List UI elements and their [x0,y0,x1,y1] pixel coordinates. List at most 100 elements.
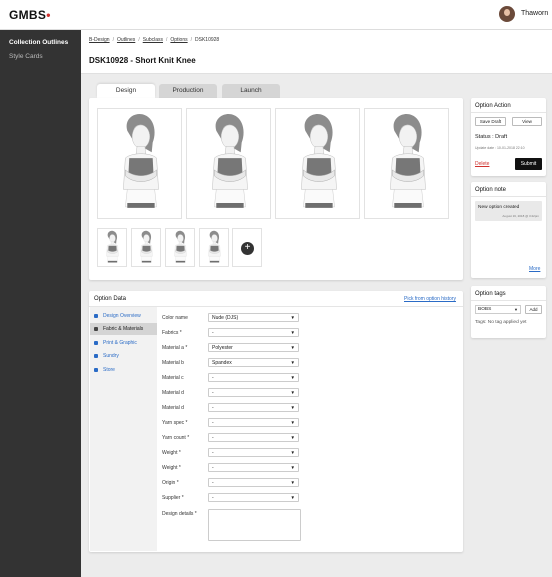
product-image[interactable] [97,108,182,219]
model-figure-icon [132,229,160,266]
thumbnail[interactable] [199,228,229,267]
model-figure-icon [98,229,126,266]
field-label: Design details * [162,511,197,517]
note-date: August 16, 2018 @ 3:22pm [502,214,539,218]
save-draft-button[interactable]: Save Draft [475,117,506,126]
user-name[interactable]: Thaworn [521,10,548,17]
weight-select[interactable]: - ▼ [208,463,299,472]
image-icon [94,341,98,345]
breadcrumb-item[interactable]: Subclass [143,37,163,43]
design-details-textarea[interactable] [208,509,301,541]
tab-design-overview[interactable]: Design Overview [90,310,157,322]
material-a-select[interactable]: Polyester ▼ [208,343,299,352]
tab-fabric-materials[interactable]: Fabric & Materials [90,323,157,335]
breadcrumb-item[interactable]: B-Design [89,37,110,43]
caret-down-icon: ▼ [514,307,518,312]
caret-down-icon: ▼ [290,465,295,470]
status-text: Status : Draft [475,134,508,140]
divider [471,112,546,113]
home-icon [94,314,98,318]
caret-down-icon: ▼ [290,315,295,320]
tab-launch[interactable]: Launch [222,84,280,98]
breadcrumb-item[interactable]: Outlines [117,37,135,43]
app-logo[interactable]: GMBS• [9,8,51,22]
field-label: Origin * [162,480,179,486]
option-action-title: Option Action [475,103,511,109]
product-image[interactable] [275,108,360,219]
field-label: Material c [162,375,184,381]
sidebar: Collection Outlines Style Cards [0,30,81,577]
view-button[interactable]: View [512,117,542,126]
yarn-count-select[interactable]: - ▼ [208,433,299,442]
caret-down-icon: ▼ [290,450,295,455]
caret-down-icon: ▼ [290,480,295,485]
product-image[interactable] [186,108,271,219]
model-figure-icon [365,109,448,218]
field-label: Supplier * [162,495,184,501]
model-figure-icon [98,109,181,218]
thumbnail[interactable] [131,228,161,267]
option-note-title: Option note [475,187,507,193]
tab-sundry[interactable]: Sundry [90,350,157,362]
caret-down-icon: ▼ [290,375,295,380]
option-tags-title: Option tags [475,291,506,297]
yarn-spec-select[interactable]: - ▼ [208,418,299,427]
sidebar-item-style-cards[interactable]: Style Cards [9,53,43,60]
divider [471,196,546,197]
note-text: New option created [478,205,520,210]
field-label: Material a * [162,345,188,351]
sidebar-item-collection-outlines[interactable]: Collection Outlines [9,39,68,46]
field-label: Yarn spec * [162,420,188,426]
add-image-button[interactable]: + [232,228,262,267]
field-label: Yarn count * [162,435,190,441]
caret-down-icon: ▼ [290,495,295,500]
fabrics-select[interactable]: - ▼ [208,328,299,337]
field-label: Material d [162,390,184,396]
weight-select[interactable]: - ▼ [208,448,299,457]
note-bubble: New option created August 16, 2018 @ 3:2… [475,201,542,221]
caret-down-icon: ▼ [290,390,295,395]
breadcrumb-item[interactable]: Options [170,37,187,43]
tab-print-graphic[interactable]: Print & Graphic [90,337,157,349]
material-d-select[interactable]: - ▼ [208,388,299,397]
caret-down-icon: ▼ [290,330,295,335]
delete-link[interactable]: Delete [475,161,489,167]
origin-select[interactable]: - ▼ [208,478,299,487]
supplier-select[interactable]: - ▼ [208,493,299,502]
sundry-icon [94,354,98,358]
color-name-select[interactable]: Nude (DJS) ▼ [208,313,299,322]
grid-icon [94,327,98,331]
model-figure-icon [187,109,270,218]
caret-down-icon: ▼ [290,405,295,410]
plus-icon: + [241,242,254,255]
material-b-select[interactable]: Spandex ▼ [208,358,299,367]
tag-select[interactable]: BOBS ▼ [475,305,521,314]
thumbnail[interactable] [97,228,127,267]
caret-down-icon: ▼ [290,435,295,440]
material-c-select[interactable]: - ▼ [208,373,299,382]
field-label: Fabrics * [162,330,182,336]
field-label: Weight * [162,465,181,471]
tags-text: Tags: No tag applied yet [475,320,527,325]
thumbnail[interactable] [165,228,195,267]
model-figure-icon [166,229,194,266]
material-d-select[interactable]: - ▼ [208,403,299,412]
top-bar [0,0,552,30]
caret-down-icon: ▼ [290,420,295,425]
tab-production[interactable]: Production [159,84,217,98]
option-data-title: Option Data [94,296,127,302]
caret-down-icon: ▼ [290,360,295,365]
field-label: Material d [162,405,184,411]
add-tag-button[interactable]: Add [525,305,542,314]
pick-history-link[interactable]: Pick from option history [404,296,456,302]
field-label: Weight * [162,450,181,456]
field-label: Material b [162,360,184,366]
avatar[interactable] [499,6,515,22]
divider [471,300,546,301]
product-image[interactable] [364,108,449,219]
tab-design[interactable]: Design [97,84,155,98]
submit-button[interactable]: Submit [515,158,542,170]
tab-store[interactable]: Store [90,364,157,376]
more-link[interactable]: More [529,266,540,272]
caret-down-icon: ▼ [290,345,295,350]
